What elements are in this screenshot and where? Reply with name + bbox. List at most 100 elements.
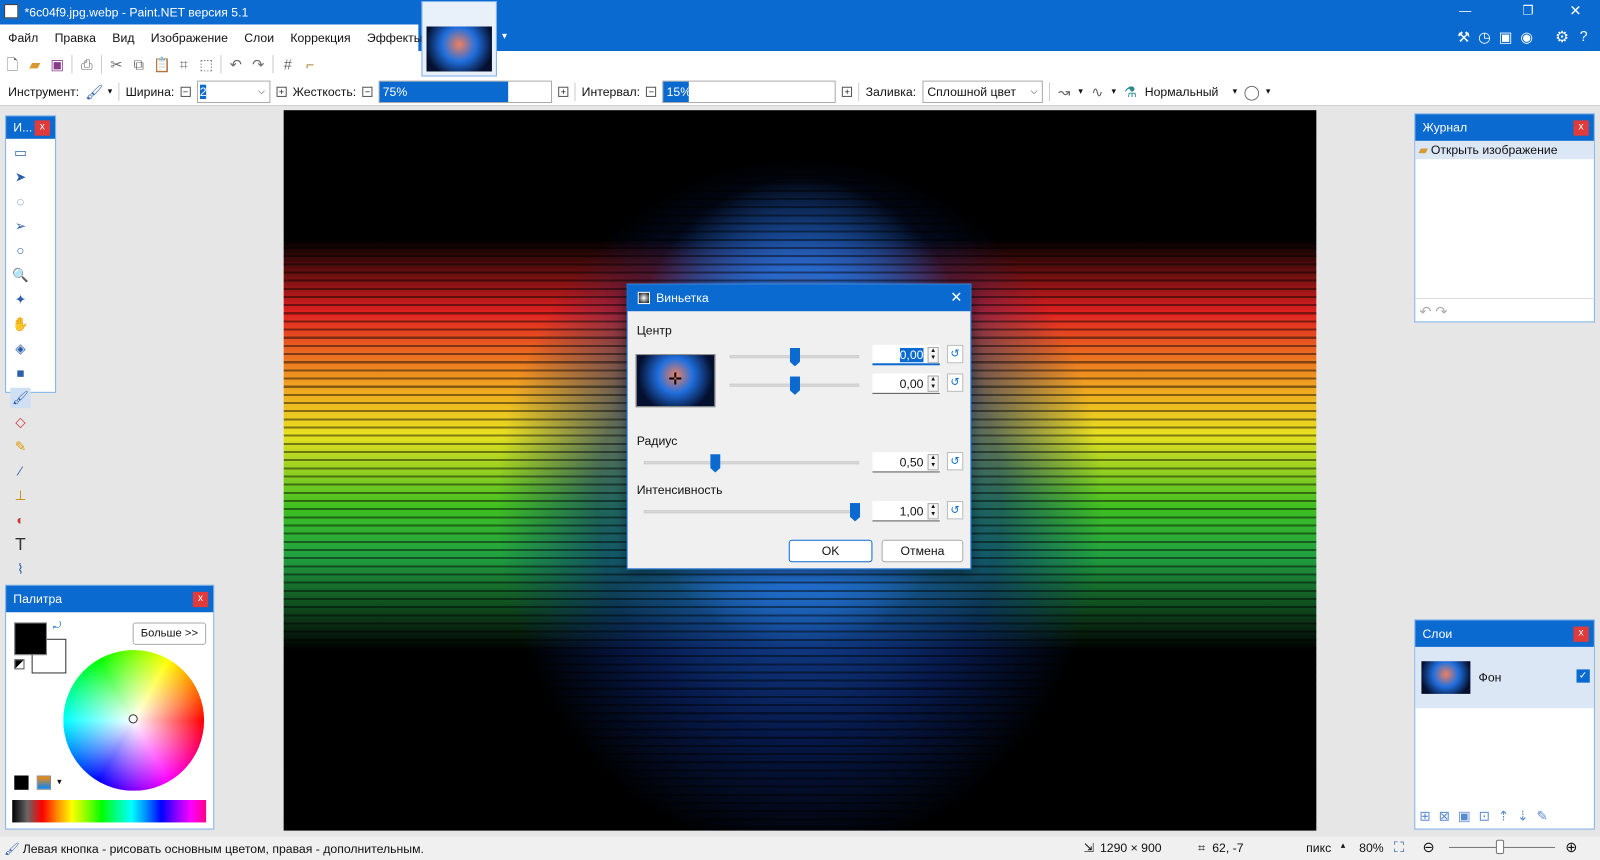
palette-select-icon[interactable] (36, 775, 52, 790)
close-icon[interactable]: x (192, 591, 209, 608)
menu-file[interactable]: Файл (0, 31, 46, 45)
intensity-input[interactable]: 1,00 ▲ ▼ (872, 501, 940, 522)
redo-icon[interactable]: ↷ (250, 56, 266, 72)
pan-icon[interactable]: ✋ (10, 314, 30, 334)
zoom-icon[interactable]: 🔍 (10, 265, 30, 285)
radius-input[interactable]: 0,50 ▲ ▼ (872, 452, 940, 473)
width-decrease-button[interactable]: − (180, 86, 191, 97)
hardness-slider[interactable]: 75% (378, 80, 553, 103)
layer-row[interactable]: Фон ✓ (1415, 646, 1594, 709)
hardness-increase-button[interactable]: + (558, 86, 569, 97)
reset-colors-icon[interactable] (14, 659, 25, 670)
cut-icon[interactable]: ✂ (108, 56, 124, 72)
reset-center-x-button[interactable]: ↺ (946, 344, 964, 364)
reset-center-y-button[interactable]: ↺ (946, 373, 964, 392)
image-list-dropdown-icon[interactable]: ▾ (502, 31, 507, 42)
fill-select[interactable]: Сплошной цвет ⌵ (922, 80, 1043, 103)
slider-thumb[interactable] (849, 503, 861, 522)
spinner[interactable]: ▲ ▼ (927, 346, 939, 364)
pencil-icon[interactable]: ✎ (10, 437, 30, 457)
close-icon[interactable]: ✕ (950, 289, 962, 306)
color-wheel[interactable] (63, 649, 205, 791)
blend-mode-icon[interactable]: ⚗ (1122, 83, 1138, 99)
recolor-icon[interactable]: ◐ (10, 510, 30, 530)
width-increase-button[interactable]: + (276, 86, 287, 97)
center-x-slider[interactable] (729, 347, 860, 367)
radius-slider[interactable] (643, 454, 860, 473)
line-icon[interactable]: ⌇ (10, 559, 30, 579)
more-colors-button[interactable]: Больше >> (132, 622, 207, 645)
grid-icon[interactable]: # (280, 56, 296, 72)
paste-icon[interactable]: 📋 (153, 56, 171, 72)
move-selection-icon[interactable]: ➤ (10, 167, 30, 187)
layer-actions[interactable]: ⊞⊠▣⊡⇡⇣✎ (1419, 808, 1555, 824)
eraser-icon[interactable]: ◇ (10, 412, 30, 432)
ruler-icon[interactable]: ⌐ (302, 56, 318, 72)
hardness-decrease-button[interactable]: − (362, 86, 373, 97)
swap-colors-icon[interactable]: ⤾ (53, 620, 62, 631)
menu-edit[interactable]: Правка (46, 31, 104, 45)
center-y-input[interactable]: 0,00 ▲ ▼ (872, 373, 940, 394)
window-tools-icons[interactable]: ⚒◷▣◉ (1457, 29, 1541, 46)
clone-stamp-icon[interactable]: ⊥ (10, 486, 30, 506)
width-input[interactable]: 2 ⌵ (196, 80, 271, 103)
brush-icon[interactable]: 🖌 (85, 83, 103, 99)
close-button[interactable]: ✕ (1569, 2, 1581, 19)
color-picker-icon[interactable]: ⁄ (10, 461, 30, 481)
maximize-button[interactable]: ❐ (1522, 3, 1533, 17)
new-icon[interactable]: 🗋 (4, 56, 20, 72)
magic-wand-icon[interactable]: ✦ (10, 290, 30, 310)
interval-slider[interactable]: 15% (662, 80, 836, 103)
zoom-slider-thumb[interactable] (1495, 839, 1505, 855)
blend-mode-select[interactable]: Нормальный (1145, 84, 1219, 98)
selection-mode-icon[interactable]: ◯ (1243, 83, 1260, 99)
move-selected-icon[interactable]: ➢ (10, 216, 30, 236)
print-icon[interactable]: ⎙ (79, 56, 95, 72)
menu-effects[interactable]: Эффекты (359, 31, 431, 45)
color-wheel-cursor[interactable] (128, 714, 138, 724)
zoom-to-window-icon[interactable]: ⛶ (1394, 839, 1404, 856)
crop-icon[interactable]: ⌗ (176, 56, 192, 72)
open-icon[interactable]: ▰ (27, 56, 43, 72)
center-picker[interactable]: ✛ (635, 354, 716, 408)
palette-swatches[interactable] (12, 799, 207, 823)
save-icon[interactable]: ▣ (49, 56, 65, 72)
text-icon[interactable]: T (10, 535, 30, 555)
ellipse-select-icon[interactable]: ○ (10, 241, 30, 261)
slider-thumb[interactable] (710, 454, 721, 473)
zoom-level[interactable]: 80% (1359, 841, 1384, 855)
zoom-slider[interactable] (1448, 839, 1556, 855)
gear-icon[interactable]: ⚙ (1555, 28, 1569, 46)
rect-select-icon[interactable]: ▭ (10, 143, 30, 163)
close-icon[interactable]: x (34, 120, 50, 136)
cancel-button[interactable]: Отмена (881, 539, 964, 563)
slider-thumb[interactable] (789, 347, 800, 367)
lasso-icon[interactable]: ◌ (10, 192, 30, 212)
menu-image[interactable]: Изображение (143, 31, 236, 45)
copy-icon[interactable]: ⧉ (131, 56, 147, 72)
reset-radius-button[interactable]: ↺ (946, 452, 964, 471)
palette-mode-icon[interactable] (14, 775, 29, 790)
center-x-input[interactable]: 0,00 ▲ ▼ (872, 344, 940, 366)
antialias-icon[interactable]: ↝ (1056, 83, 1072, 99)
menu-adjustments[interactable]: Коррекция (282, 31, 359, 45)
zoom-in-icon[interactable]: ⊕ (1565, 839, 1577, 856)
history-redo-icon[interactable]: ↷ (1435, 303, 1447, 319)
primary-color-swatch[interactable] (14, 622, 47, 656)
slider-thumb[interactable] (789, 376, 800, 395)
interval-increase-button[interactable]: + (842, 86, 853, 97)
sampling-icon[interactable]: ∿ (1089, 83, 1105, 99)
layer-visible-checkbox[interactable]: ✓ (1576, 669, 1590, 683)
history-item[interactable]: ▰ Открыть изображение (1415, 140, 1594, 160)
spinner[interactable]: ▲ ▼ (927, 454, 939, 471)
menu-view[interactable]: Вид (104, 31, 142, 45)
menu-layers[interactable]: Слои (236, 31, 282, 45)
zoom-out-icon[interactable]: ⊖ (1422, 839, 1434, 856)
deselect-icon[interactable]: ⬚ (198, 56, 214, 72)
tool-dropdown-icon[interactable]: ▾ (108, 86, 113, 97)
intensity-slider[interactable] (643, 503, 861, 522)
units-select[interactable]: пикс (1306, 841, 1331, 855)
help-icon[interactable]: ? (1580, 28, 1588, 44)
ok-button[interactable]: OK (788, 539, 873, 563)
spinner[interactable]: ▲ ▼ (927, 503, 939, 520)
